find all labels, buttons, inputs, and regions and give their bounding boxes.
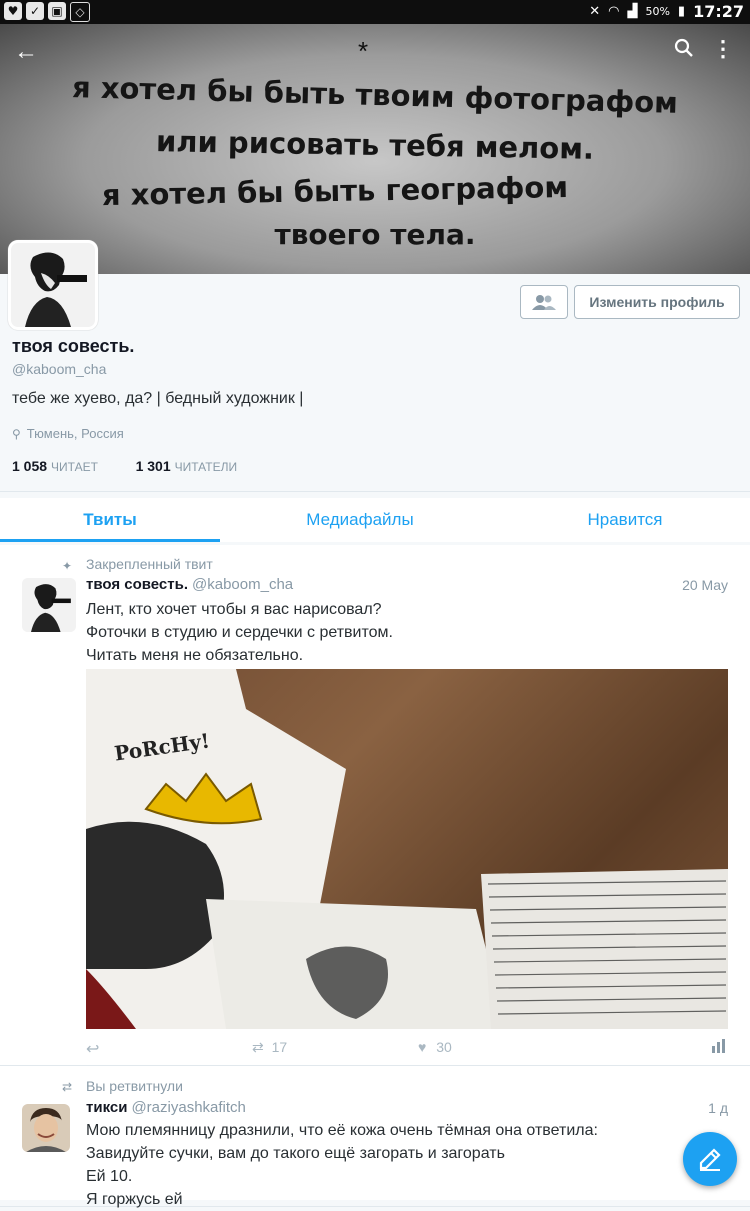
tweet-author-handle: @raziyashkafitch [131,1099,246,1116]
compose-icon [699,1148,721,1171]
tweet-actions: ↩ ⇄ 17 ♥ 30 [86,1039,726,1063]
tweet-date: 20 May [682,577,728,593]
tweet-author-handle: @kaboom_cha [192,576,294,593]
retweet-context-icon: ⇄ [62,1080,73,1094]
tweet-avatar[interactable] [22,578,76,632]
banner-line-1: я хотел бы быть твоим фотографом [71,70,679,120]
heart-icon: ♥ [418,1039,427,1055]
following-label: ЧИТАЕТ [51,460,98,474]
edit-profile-button[interactable]: Изменить профиль [574,285,740,319]
retweet-action[interactable]: ⇄ 17 [252,1039,287,1056]
tweet-author-name[interactable]: тикси [86,1099,127,1116]
profile-handle: @kaboom_cha [12,361,107,377]
profile-tabs: Твиты Медиафайлы Нравится [0,498,750,542]
heart-notification-icon: ♥ [4,2,22,20]
signal-icon: ▟ [627,4,638,19]
status-bar: ♥ ✓ ▣ ◇ ✕ ◠ ▟ 50% ▮ 17:27 [0,0,750,24]
follow-people-button[interactable] [520,285,568,319]
pin-icon: ✦ [62,559,73,573]
followers-stat[interactable]: 1 301 ЧИТАТЕЛИ [135,458,238,474]
like-count: 30 [436,1039,452,1055]
profile-header: Изменить профиль твоя совесть. @kaboom_c… [0,240,750,492]
tweet-pinned[interactable]: ✦ Закрепленный твит твоя совесть. @kaboom… [0,545,750,1066]
reply-icon[interactable]: ↩ [86,1039,99,1059]
tweet-retweeted[interactable]: ⇄ Вы ретвитнули тикси @raziyashkafitch 1 … [0,1066,750,1208]
notification-icons: ♥ ✓ ▣ ◇ [4,2,90,22]
like-action[interactable]: ♥ 30 [418,1039,452,1055]
banner-line-4: твоего тела. [274,218,476,251]
tweet-header: твоя совесть. @kaboom_cha [86,576,293,593]
people-icon [532,295,556,310]
followers-label: ЧИТАТЕЛИ [174,460,238,474]
tweet-text-line: Читать меня не обязательно. [86,647,304,664]
followers-count: 1 301 [135,458,171,474]
tweet-text-line: Мою племянницу дразнили, что её кожа оче… [86,1122,598,1139]
tweet-feed: ✦ Закрепленный твит твоя совесть. @kaboom… [0,545,750,1208]
tweet-context: Закрепленный твит [86,556,213,572]
profile-name: твоя совесть. [12,336,135,356]
following-stat[interactable]: 1 058 ЧИТАЕТ [12,458,102,474]
profile-location: ⚲ Тюмень, Россия [12,426,124,441]
location-pin-icon: ⚲ [12,426,21,441]
tweet-date: 1 д [708,1100,728,1116]
profile-avatar[interactable] [8,240,98,330]
search-icon[interactable] [674,38,694,63]
tweet-text: Лент, кто хочет чтобы я вас нарисовал? Ф… [86,598,726,667]
banner-line-2: или рисовать тебя мелом. [155,124,595,166]
tab-likes[interactable]: Нравится [500,498,750,542]
retweet-icon: ⇄ [252,1039,264,1055]
clock: 17:27 [693,2,744,21]
system-icons: ✕ ◠ ▟ 50% ▮ 17:27 [589,2,744,21]
back-arrow-icon[interactable]: ← [14,38,38,66]
tweet-avatar[interactable] [22,1104,70,1152]
battery-icon: ▮ [677,4,686,19]
tweet-text-line: Лент, кто хочет чтобы я вас нарисовал? [86,601,382,618]
profile-bio: тебе же хуево, да? | бедный художник | [12,390,304,407]
wifi-icon: ◠ [608,4,620,19]
tweet-text-line: Завидуйте сучки, вам до такого ещё загор… [86,1145,505,1162]
tab-media[interactable]: Медиафайлы [220,498,500,542]
compose-tweet-button[interactable] [683,1132,737,1186]
shield-notification-icon: ◇ [70,2,90,22]
more-icon[interactable]: ⋮ [712,36,734,62]
tab-tweets[interactable]: Твиты [0,498,220,542]
mute-icon: ✕ [589,4,601,19]
image-notification-icon: ▣ [48,2,66,20]
following-count: 1 058 [12,458,48,474]
stats-icon[interactable] [712,1039,726,1056]
profile-banner: * я хотел бы быть твоим фотографом или р… [0,24,750,274]
battery-percent: 50% [645,5,670,18]
tweet-media-photo[interactable]: PoRcHy! [86,669,728,1029]
tweet-text-line: Фоточки в студию и сердечки с ретвитом. [86,624,393,641]
banner-line-3: я хотел бы быть географом [101,169,569,213]
location-text: Тюмень, Россия [26,426,124,441]
banner-star: * [358,36,369,66]
retweet-count: 17 [271,1039,288,1055]
tweet-text-line: Ей 10. [86,1168,133,1185]
tweet-author-name[interactable]: твоя совесть. [86,576,188,593]
check-notification-icon: ✓ [26,2,44,20]
profile-stats: 1 058 ЧИТАЕТ 1 301 ЧИТАТЕЛИ [12,458,237,474]
tweet-context: Вы ретвитнули [86,1078,183,1094]
tweet-header: тикси @raziyashkafitch [86,1099,246,1116]
tweet-text: Мою племянницу дразнили, что её кожа оче… [86,1119,726,1211]
